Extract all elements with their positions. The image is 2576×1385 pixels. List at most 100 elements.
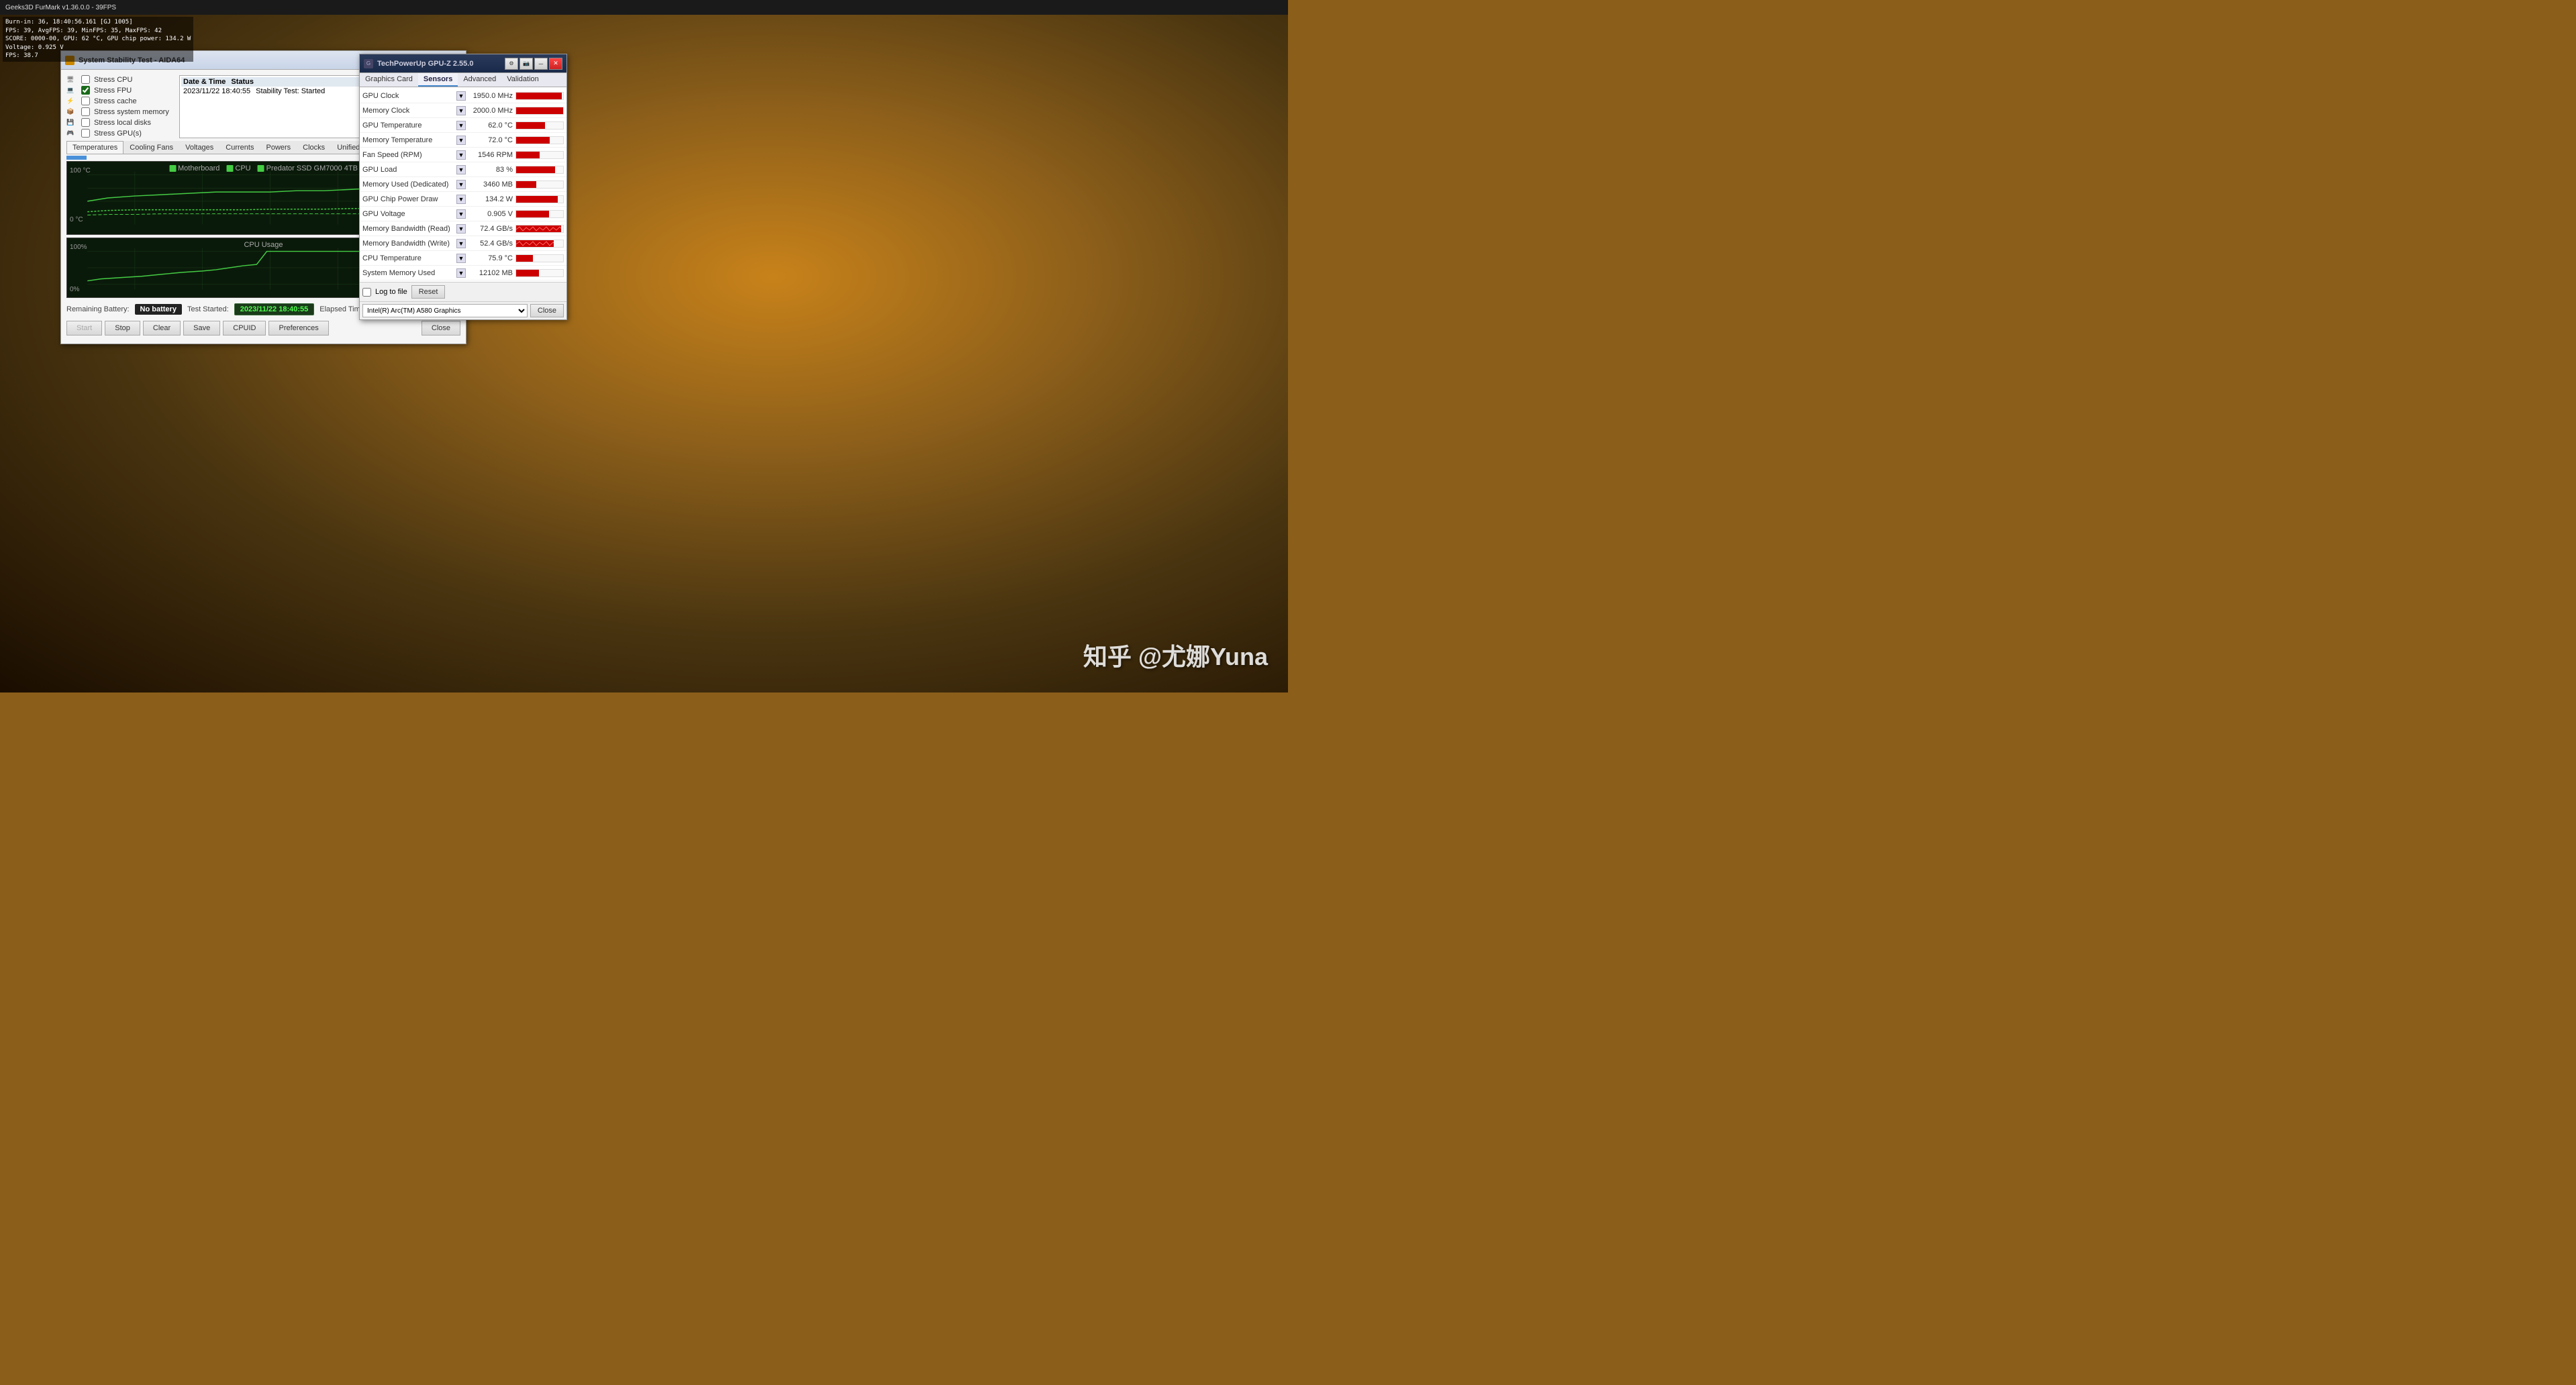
stress-gpu-label: Stress GPU(s) [94,130,142,138]
scroll-indicator [66,156,87,160]
stress-disks-row: 💾 Stress local disks [66,118,174,127]
gpuz-minimize-button[interactable]: ─ [534,58,548,70]
gpuz-titlebar[interactable]: G TechPowerUp GPU-Z 2.55.0 ⚙ 📷 ─ ✕ [360,54,566,73]
fan-speed-value: 1546 RPM [468,151,515,159]
tab-temperatures[interactable]: Temperatures [66,141,123,154]
gpuz-footer: Log to file Reset [360,282,566,301]
sys-mem-bar [516,270,539,276]
stop-button[interactable]: Stop [105,321,140,336]
mem-bw-read-expand[interactable]: ▼ [456,224,466,234]
close-gpuz-button[interactable]: Close [530,304,564,317]
gpuz-tab-graphics-card[interactable]: Graphics Card [360,73,418,87]
stress-cpu-checkbox[interactable] [81,75,90,84]
mem-used-bar [516,181,536,188]
test-started-label: Test Started: [187,305,229,313]
gpu-temp-value: 62.0 °C [468,121,515,130]
gpu-voltage-name: GPU Voltage [362,210,456,218]
preferences-button[interactable]: Preferences [268,321,328,336]
stress-gpu-row: 🎮 Stress GPU(s) [66,129,174,138]
gpuz-icon: G [364,59,373,68]
sys-mem-value: 12102 MB [468,269,515,277]
legend-mb-dot [169,165,176,172]
gpuz-tab-advanced[interactable]: Advanced [458,73,501,87]
sensor-row-gpu-power: GPU Chip Power Draw ▼ 134.2 W [360,192,566,207]
tab-currents[interactable]: Currents [219,141,260,154]
clear-button[interactable]: Clear [143,321,181,336]
gpuz-tab-validation[interactable]: Validation [501,73,544,87]
cache-icon: ⚡ [66,97,77,105]
sensor-row-cpu-temp: CPU Temperature ▼ 75.9 °C [360,251,566,266]
taskbar: Geeks3D FurMark v1.36.0.0 - 39FPS [0,0,1288,15]
gpu-load-bar [516,166,555,173]
gpu-power-expand[interactable]: ▼ [456,195,466,204]
furmark-line5: FPS: 38.7 [5,52,191,60]
mem-bw-write-expand[interactable]: ▼ [456,239,466,248]
log-to-file-label: Log to file [375,288,407,296]
furmark-line3: SCORE: 0000-00, GPU: 62 °C, GPU chip pow… [5,35,191,44]
gpu-load-bar-container [515,166,564,174]
stress-cpu-row: 🖥 Stress CPU [66,75,174,84]
gpu-load-name: GPU Load [362,166,456,174]
gpu-temp-expand[interactable]: ▼ [456,121,466,130]
gpu-clock-name: GPU Clock [362,92,456,100]
stress-cache-checkbox[interactable] [81,97,90,105]
battery-badge: No battery [135,304,182,315]
tab-voltages[interactable]: Voltages [179,141,219,154]
gpu-load-value: 83 % [468,166,515,174]
gpuz-close-button[interactable]: ✕ [549,58,562,70]
mem-bw-write-bar-container [515,240,564,248]
gpu-select-dropdown[interactable]: Intel(R) Arc(TM) A580 Graphics [362,304,528,317]
gpu-load-expand[interactable]: ▼ [456,165,466,174]
cpu-temp-bar-container [515,254,564,262]
chart-y-min: 0 °C [70,216,83,223]
memory-temp-expand[interactable]: ▼ [456,136,466,145]
tab-powers[interactable]: Powers [260,141,297,154]
gpu-voltage-bar-container [515,210,564,218]
tab-cooling-fans[interactable]: Cooling Fans [123,141,179,154]
sensor-row-gpu-temp: GPU Temperature ▼ 62.0 °C [360,118,566,133]
reset-button[interactable]: Reset [411,285,446,299]
cpuid-button[interactable]: CPUID [223,321,266,336]
battery-label: Remaining Battery: [66,305,130,313]
cpu-y-max: 100% [70,244,87,251]
gpuz-settings-button[interactable]: ⚙ [505,58,518,70]
gpu-power-name: GPU Chip Power Draw [362,195,456,203]
sensor-row-mem-bw-read: Memory Bandwidth (Read) ▼ 72.4 GB/s [360,221,566,236]
taskbar-title: Geeks3D FurMark v1.36.0.0 - 39FPS [5,4,116,11]
status-value: Stability Test: Started [256,87,325,95]
sensor-row-gpu-load: GPU Load ▼ 83 % [360,162,566,177]
save-button[interactable]: Save [183,321,220,336]
gpuz-controls: ⚙ 📷 ─ ✕ [505,58,562,70]
stress-gpu-checkbox[interactable] [81,129,90,138]
gpuz-tab-sensors[interactable]: Sensors [418,73,458,87]
memory-clock-expand[interactable]: ▼ [456,106,466,115]
stress-fpu-row: 💻 Stress FPU [66,86,174,95]
fan-speed-expand[interactable]: ▼ [456,150,466,160]
stress-memory-row: 📦 Stress system memory [66,107,174,116]
stress-memory-checkbox[interactable] [81,107,90,116]
gpu-voltage-expand[interactable]: ▼ [456,209,466,219]
memory-temp-bar-container [515,136,564,144]
gpuz-gpu-select-row: Intel(R) Arc(TM) A580 Graphics Close [360,301,566,319]
gpuz-camera-button[interactable]: 📷 [519,58,533,70]
stress-disks-checkbox[interactable] [81,118,90,127]
gpuz-window: G TechPowerUp GPU-Z 2.55.0 ⚙ 📷 ─ ✕ Graph… [359,54,567,320]
furmark-line4: Voltage: 0.925 V [5,44,191,52]
stress-fpu-checkbox[interactable] [81,86,90,95]
gpu-clock-expand[interactable]: ▼ [456,91,466,101]
mem-bw-read-bar [516,225,561,232]
gpu-voltage-bar [516,211,549,217]
mem-used-expand[interactable]: ▼ [456,180,466,189]
gpu-power-bar-container [515,195,564,203]
cpu-chart-title: CPU Usage [244,241,283,249]
sys-mem-expand[interactable]: ▼ [456,268,466,278]
tab-clocks[interactable]: Clocks [297,141,331,154]
close-button[interactable]: Close [422,321,460,336]
cpu-temp-name: CPU Temperature [362,254,456,262]
cpu-temp-expand[interactable]: ▼ [456,254,466,263]
mem-used-bar-container [515,181,564,189]
sensor-row-gpu-voltage: GPU Voltage ▼ 0.905 V [360,207,566,221]
log-to-file-checkbox[interactable] [362,288,371,297]
gpu-temp-name: GPU Temperature [362,121,456,130]
start-button[interactable]: Start [66,321,102,336]
